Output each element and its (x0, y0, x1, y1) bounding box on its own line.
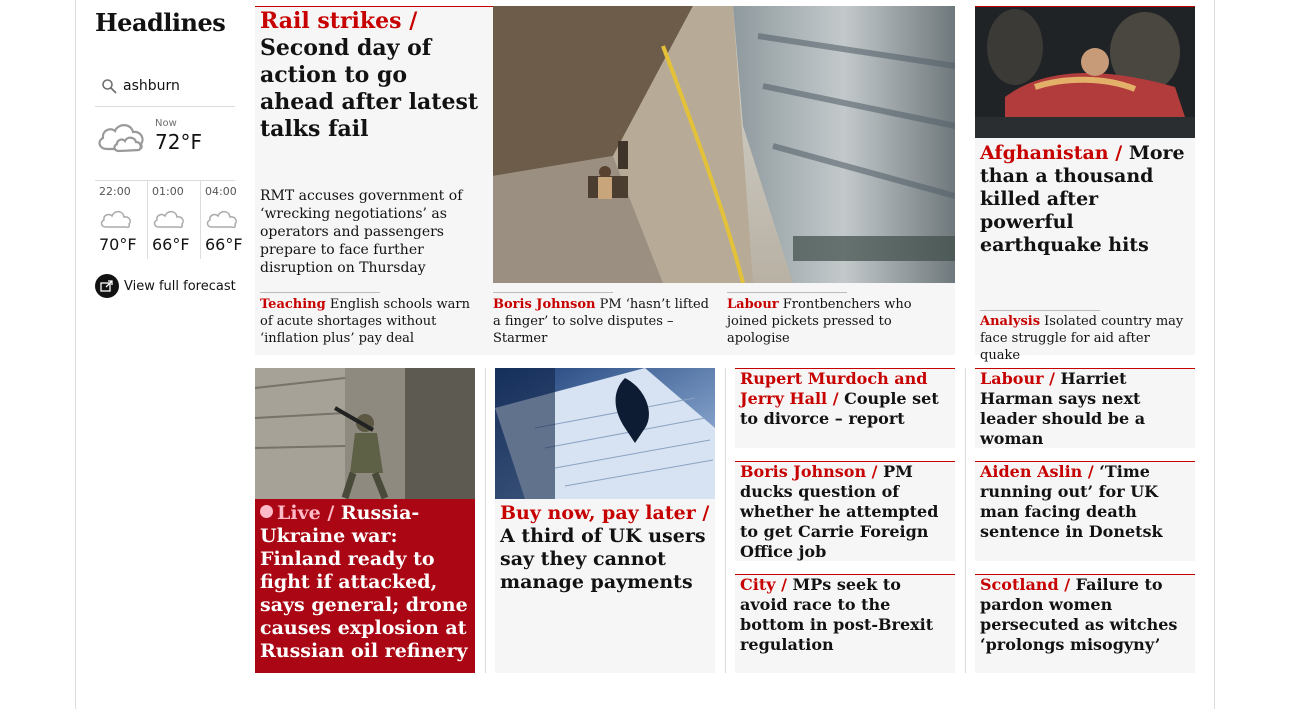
search-icon (102, 79, 117, 94)
column-divider (485, 368, 486, 673)
forecast-temperature: 66°F (152, 235, 190, 254)
forecast-slot: 04:00 66°F (201, 181, 246, 259)
small-story-headline[interactable]: Boris Johnson / PM ducks question of whe… (740, 462, 952, 562)
main-story-kicker: Rail strikes / (260, 8, 418, 34)
live-story-headline[interactable]: Live / Russia-Ukraine war: Finland ready… (260, 502, 470, 663)
soldier-photo[interactable] (255, 368, 475, 499)
sublink-rule (260, 292, 380, 293)
sublink-rule (980, 310, 1100, 311)
small-story-kicker: Aiden Aslin / (980, 462, 1094, 481)
column-divider (965, 368, 966, 673)
card-top-rule (255, 6, 493, 7)
column-divider (725, 368, 726, 673)
sublink-rule (727, 292, 847, 293)
forecast-slot: 22:00 70°F (95, 181, 148, 259)
sublink-kicker: Labour (727, 297, 779, 312)
bnpl-kicker: Buy now, pay later / (500, 502, 710, 524)
small-story-headline[interactable]: Rupert Murdoch and Jerry Hall / Couple s… (740, 369, 952, 429)
cloud-icon (100, 210, 131, 229)
view-full-forecast-link[interactable]: View full forecast (95, 274, 236, 298)
sublink-analysis[interactable]: Analysis Isolated country may face strug… (980, 313, 1192, 364)
small-story-headline[interactable]: City / MPs seek to avoid race to the bot… (740, 575, 952, 655)
laptop-photo[interactable] (495, 368, 715, 499)
forecast-temperature: 66°F (205, 235, 243, 254)
small-story-kicker: Scotland / (980, 575, 1071, 594)
cloud-icon (153, 210, 184, 229)
bnpl-story-headline[interactable]: Buy now, pay later / A third of UK users… (500, 502, 712, 594)
cloud-icon (206, 210, 237, 229)
main-story-headline[interactable]: Rail strikes / Second day of action to g… (260, 8, 488, 143)
live-dot-icon (260, 505, 273, 518)
small-story-kicker: City / (740, 575, 787, 594)
forecast-time: 01:00 (152, 185, 184, 198)
sublink-boris-johnson[interactable]: Boris Johnson PM ‘hasn’t lifted a finger… (493, 296, 717, 347)
forecast-slot: 01:00 66°F (148, 181, 201, 259)
bnpl-story-title: A third of UK users say they cannot mana… (500, 525, 706, 593)
side-story-headline[interactable]: Afghanistan / More than a thousand kille… (980, 142, 1192, 257)
sublink-labour[interactable]: Labour Frontbenchers who joined pickets … (727, 296, 951, 347)
forecast-time: 04:00 (205, 185, 237, 198)
earthquake-rescue-photo[interactable] (975, 7, 1195, 138)
small-story-kicker: Boris Johnson / (740, 462, 878, 481)
live-story-title: Russia-Ukraine war: Finland ready to fig… (260, 502, 468, 662)
small-story-headline[interactable]: Aiden Aslin / ‘Time running out’ for UK … (980, 462, 1192, 542)
sublink-kicker: Analysis (980, 314, 1041, 329)
sublink-teaching[interactable]: Teaching English schools warn of acute s… (260, 296, 480, 347)
weather-location-search[interactable]: ashburn (95, 72, 235, 107)
cloud-icon (98, 124, 144, 153)
forecast-temperature: 70°F (99, 235, 137, 254)
forecast-time: 22:00 (99, 185, 131, 198)
side-story-kicker: Afghanistan / (980, 142, 1123, 164)
small-story-headline[interactable]: Labour / Harriet Harman says next leader… (980, 369, 1192, 449)
section-title: Headlines (95, 8, 226, 37)
now-label: Now (155, 118, 177, 129)
live-kicker-text: Live / (277, 502, 335, 524)
main-story-title: Second day of action to go ahead after l… (260, 35, 478, 142)
sublink-rule (493, 292, 613, 293)
small-story-headline[interactable]: Scotland / Failure to pardon women perse… (980, 575, 1192, 655)
view-full-forecast-label: View full forecast (124, 278, 236, 294)
train-platform-photo[interactable] (493, 6, 955, 283)
location-value: ashburn (123, 78, 180, 94)
small-story-kicker: Labour / (980, 369, 1055, 388)
now-temperature: 72°F (155, 130, 202, 154)
main-story-standfirst: RMT accuses government of ‘wrecking nego… (260, 188, 463, 276)
external-link-icon (95, 274, 119, 298)
sublink-kicker: Teaching (260, 297, 326, 312)
live-kicker: Live / (260, 502, 334, 524)
sublink-kicker: Boris Johnson (493, 297, 596, 312)
